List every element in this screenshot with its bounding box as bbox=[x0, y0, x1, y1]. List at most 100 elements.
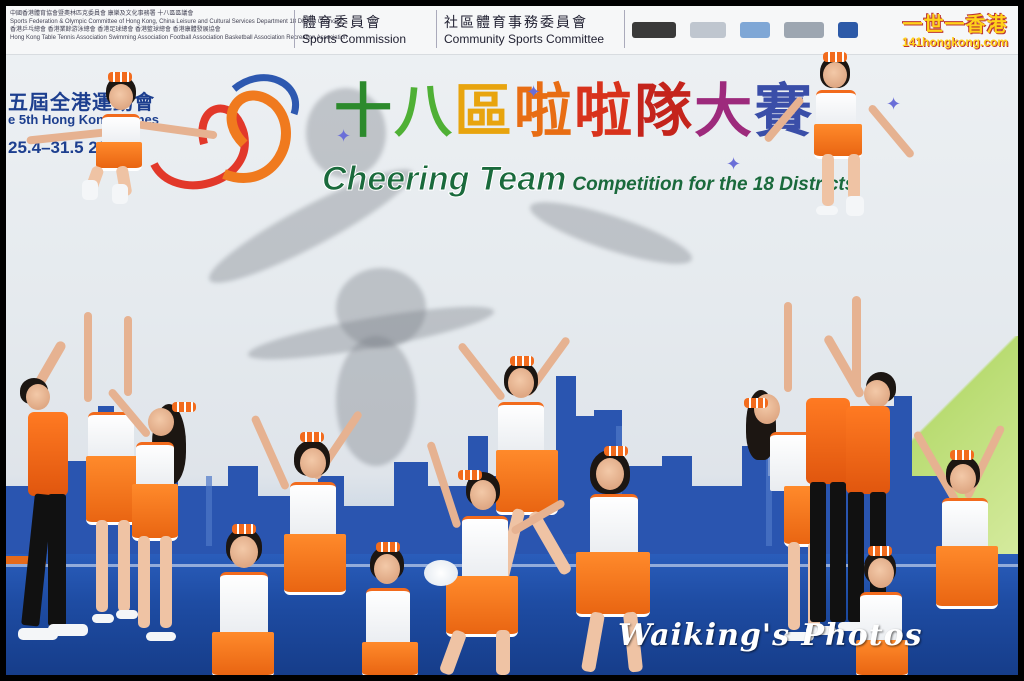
sponsor-row: Hong Kong Table Tennis Association Swimm… bbox=[10, 35, 348, 41]
pants bbox=[48, 494, 66, 626]
banner-title-en-main: Cheering Team bbox=[321, 160, 567, 199]
head bbox=[26, 384, 50, 410]
banner-char: 八 bbox=[394, 77, 455, 145]
leg bbox=[160, 536, 172, 628]
banner-char: 區 bbox=[454, 77, 515, 145]
sponsor-logo bbox=[632, 22, 676, 38]
cheerleader-left-2 bbox=[106, 386, 206, 646]
organizer-community-sports: 社區體育事務委員會 Community Sports Committee bbox=[444, 12, 604, 46]
sponsor-logos bbox=[632, 14, 892, 46]
hair-bow bbox=[376, 542, 400, 552]
uniform-skirt bbox=[362, 642, 418, 675]
arm bbox=[456, 341, 507, 402]
backdrop-shadow bbox=[524, 190, 698, 276]
leg bbox=[96, 520, 108, 612]
flyer-right bbox=[762, 50, 916, 230]
hair-bow bbox=[744, 398, 768, 408]
uniform-shirt bbox=[846, 406, 890, 494]
pants bbox=[810, 482, 826, 622]
shoe bbox=[816, 206, 838, 215]
uniform-skirt bbox=[936, 546, 998, 609]
site-watermark-url: 141hongkong.com bbox=[901, 35, 1008, 49]
site-watermark: 一世一香港 141hongkong.com bbox=[896, 8, 1014, 49]
leg bbox=[138, 536, 150, 628]
head bbox=[868, 558, 894, 588]
arm bbox=[84, 312, 92, 402]
uniform-skirt bbox=[446, 576, 518, 637]
banner-char: 啦 bbox=[574, 77, 635, 145]
uniform-skirt bbox=[212, 632, 274, 675]
uniform-top bbox=[290, 482, 336, 539]
organizer-name-zh: 社區體育事務委員會 bbox=[444, 15, 588, 31]
banner-char: 啦 bbox=[514, 77, 575, 145]
sponsor-logo bbox=[690, 22, 726, 38]
arm bbox=[426, 440, 462, 529]
leg bbox=[496, 630, 510, 675]
head bbox=[950, 464, 976, 494]
head bbox=[374, 554, 400, 584]
arm bbox=[250, 414, 291, 491]
leg bbox=[848, 154, 860, 200]
head bbox=[864, 380, 890, 408]
uniform-skirt bbox=[576, 552, 650, 617]
sponsor-logo bbox=[740, 22, 770, 38]
head bbox=[230, 536, 258, 568]
shoe bbox=[846, 196, 864, 216]
hair-bow bbox=[300, 432, 324, 442]
sponsor-logo bbox=[838, 22, 858, 38]
divider bbox=[436, 10, 437, 48]
arm bbox=[137, 120, 218, 140]
sponsor-strip: 中國香港體育協會暨奧林匹克委員會 康樂及文化事務署 十八區區議會 Sports … bbox=[6, 6, 1018, 55]
leg bbox=[822, 154, 834, 206]
organizer-name-en: Sports Commission bbox=[302, 32, 407, 46]
sparkle-icon: ✦ bbox=[336, 126, 352, 146]
shoe bbox=[112, 184, 128, 204]
arm bbox=[866, 103, 916, 160]
organizer-name-en: Community Sports Committee bbox=[444, 32, 605, 46]
divider bbox=[294, 10, 295, 48]
sparkle-icon: ✦ bbox=[526, 82, 542, 102]
hair-bow bbox=[232, 524, 256, 534]
hair-bow bbox=[868, 546, 892, 556]
banner-char: 隊 bbox=[634, 77, 695, 145]
cheerleader-front-2 bbox=[358, 540, 428, 675]
leg bbox=[788, 542, 800, 630]
shoe bbox=[92, 614, 114, 623]
head bbox=[300, 448, 326, 478]
leg bbox=[580, 611, 606, 673]
uniform-top bbox=[136, 442, 174, 489]
leg bbox=[438, 628, 468, 675]
uniform-top bbox=[220, 572, 268, 637]
arm bbox=[784, 302, 792, 392]
sponsor-row: 中國香港體育協會暨奧林匹克委員會 康樂及文化事務署 十八區區議會 bbox=[10, 11, 194, 17]
sponsor-row: 香港乒乓總會 香港業餘游泳總會 香港足球總會 香港籃球總會 香港康體發展協會 bbox=[10, 27, 221, 33]
hair-bow bbox=[823, 52, 847, 62]
banner-title-en: Cheering Team Competition for the 18 Dist… bbox=[321, 160, 855, 199]
uniform-top bbox=[366, 588, 410, 647]
divider bbox=[624, 10, 625, 48]
banner-title-zh: 十八區啦啦隊大賽 bbox=[334, 64, 814, 148]
uniform-top bbox=[590, 494, 638, 557]
site-watermark-zh: 一世一香港 bbox=[902, 12, 1008, 36]
hair-bow bbox=[108, 72, 132, 82]
hair-bow bbox=[950, 450, 974, 460]
head bbox=[148, 408, 174, 436]
uniform-top bbox=[462, 516, 508, 581]
sponsor-row: Sports Federation & Olympic Committee of… bbox=[10, 19, 341, 25]
banner-char: 大 bbox=[694, 77, 755, 145]
head bbox=[109, 84, 133, 110]
cheerleader-front-1 bbox=[206, 522, 286, 675]
head bbox=[508, 368, 534, 398]
pompom bbox=[424, 560, 458, 586]
cheerleader-center bbox=[426, 440, 546, 675]
sparkle-icon: ✦ bbox=[726, 154, 742, 174]
arm bbox=[124, 316, 132, 396]
uniform-skirt bbox=[132, 484, 178, 541]
shoe bbox=[82, 180, 98, 200]
shoe bbox=[146, 632, 176, 641]
uniform-skirt bbox=[284, 534, 346, 595]
sponsor-list: 中國香港體育協會暨奧林匹克委員會 康樂及文化事務署 十八區區議會 Sports … bbox=[10, 10, 348, 50]
uniform-top bbox=[942, 498, 988, 551]
organizer-sports-commission: 體育委員會 Sports Commission bbox=[302, 12, 406, 46]
head bbox=[823, 62, 847, 88]
